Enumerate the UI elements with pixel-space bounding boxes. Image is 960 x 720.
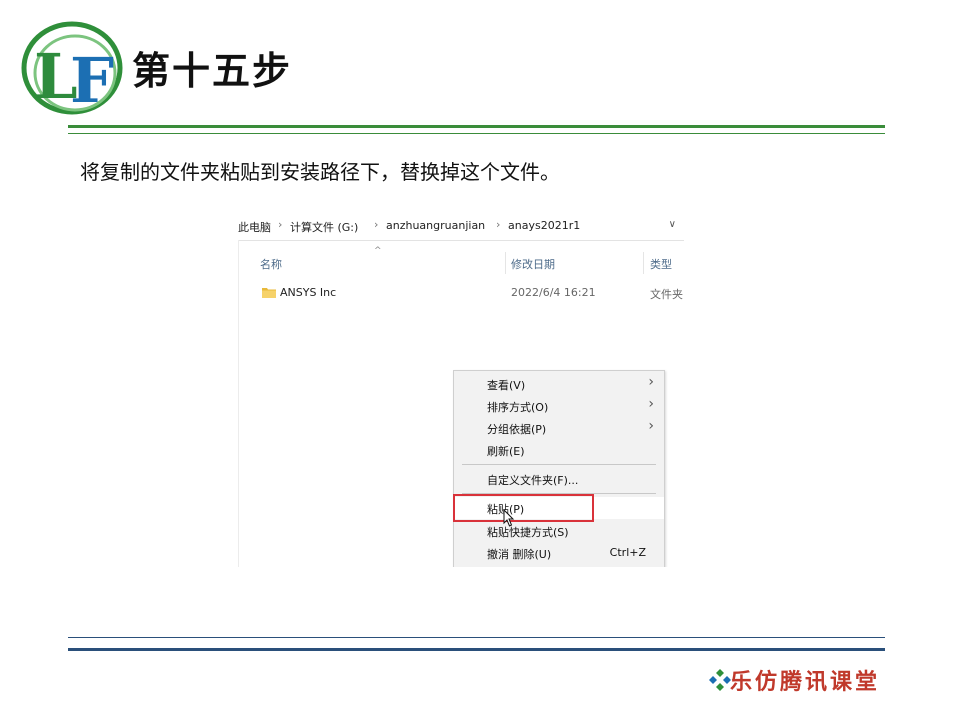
menu-item-refresh[interactable]: 刷新(E): [454, 439, 664, 461]
chevron-right-icon: ›: [648, 374, 654, 390]
chevron-down-icon[interactable]: ∨: [669, 219, 676, 230]
menu-item-view[interactable]: 查看(V) ›: [454, 373, 664, 395]
menu-item-group-by[interactable]: 分组依据(P) ›: [454, 417, 664, 439]
svg-text:F: F: [70, 44, 114, 117]
breadcrumb-this-pc[interactable]: 此电脑: [238, 219, 271, 235]
header-divider: [68, 125, 885, 128]
file-name: ANSYS Inc: [280, 286, 337, 299]
footer-brand: 乐仿腾讯课堂: [729, 669, 880, 695]
breadcrumb-separator-icon: ›: [496, 218, 501, 231]
menu-item-customize-folder[interactable]: 自定义文件夹(F)...: [454, 468, 664, 490]
breadcrumb-folder[interactable]: anzhuangruanjian: [386, 219, 485, 232]
sort-ascending-icon: ^: [374, 246, 382, 256]
column-header-type[interactable]: 类型: [650, 256, 672, 272]
column-header-modified[interactable]: 修改日期: [511, 256, 555, 272]
chevron-right-icon: ›: [648, 418, 654, 434]
breadcrumb-current[interactable]: anays2021r1: [508, 219, 580, 232]
file-type: 文件夹: [650, 288, 683, 301]
column-header-name[interactable]: 名称: [260, 256, 282, 272]
breadcrumb-drive[interactable]: 计算文件 (G:): [290, 219, 358, 235]
breadcrumb-separator-icon: ›: [374, 218, 379, 231]
context-menu: 查看(V) › 排序方式(O) › 分组依据(P) › 刷新(E) 自定义文件夹…: [453, 370, 665, 567]
breadcrumb-separator-icon: ›: [278, 218, 283, 231]
paste-highlight-box: [453, 494, 594, 522]
diamond-cluster-icon: [709, 669, 731, 691]
menu-item-paste-shortcut[interactable]: 粘贴快捷方式(S): [454, 520, 664, 542]
file-modified: 2022/6/4 16:21: [511, 286, 596, 299]
file-row[interactable]: ANSYS Inc 2022/6/4 16:21 文件夹: [260, 285, 684, 303]
address-bar[interactable]: 此电脑 › 计算文件 (G:) › anzhuangruanjian › ana…: [238, 212, 684, 241]
footer-divider-thin: [68, 637, 885, 638]
header-divider-thin: [68, 133, 885, 134]
instruction-text: 将复制的文件夹粘贴到安装路径下，替换掉这个文件。: [80, 160, 560, 184]
chevron-right-icon: ›: [648, 396, 654, 412]
slide-title: 第十五步: [132, 49, 293, 93]
footer-divider: [68, 648, 885, 651]
folder-icon: [262, 288, 276, 298]
mouse-cursor-icon: [503, 509, 515, 527]
menu-item-sort-by[interactable]: 排序方式(O) ›: [454, 395, 664, 417]
menu-item-undo-delete[interactable]: 撤消 删除(U) Ctrl+Z: [454, 542, 664, 564]
column-divider[interactable]: [505, 252, 506, 274]
nav-pane-edge: [238, 240, 239, 567]
lf-logo: L F: [21, 21, 123, 117]
menu-separator: [462, 464, 656, 465]
column-divider[interactable]: [643, 252, 644, 274]
